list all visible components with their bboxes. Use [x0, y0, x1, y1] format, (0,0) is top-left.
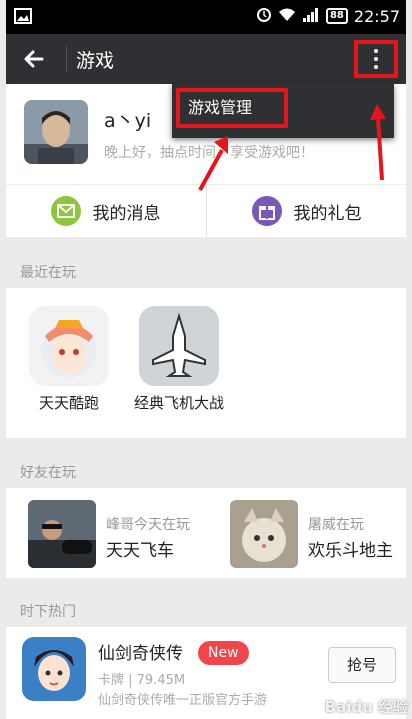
section-title-hot: 时下热门 — [20, 604, 76, 620]
gallery-icon — [14, 8, 32, 28]
friend-status: 峰哥今天在玩 — [106, 517, 190, 533]
landlord-game-thumbnail — [230, 500, 298, 568]
game-tile[interactable]: 经典飞机大战 — [124, 306, 234, 413]
avatar[interactable] — [24, 100, 88, 164]
section-title-recent: 最近在玩 — [20, 265, 76, 281]
overflow-menu-button[interactable] — [354, 40, 398, 78]
my-gifts-button[interactable]: 我的礼包 — [207, 185, 406, 237]
alarm-icon — [256, 6, 272, 26]
game-tile[interactable]: 天天酷跑 — [14, 306, 124, 413]
grab-code-button[interactable]: 抢号 — [328, 647, 396, 683]
friend-item[interactable]: 峰哥今天在玩 天天飞车 — [28, 500, 228, 568]
game-name: 经典飞机大战 — [133, 394, 224, 412]
friend-game: 天天飞车 — [106, 541, 174, 561]
recent-games: 天天酷跑 经典飞机大战 — [6, 288, 406, 438]
xianjian-game-icon — [22, 637, 86, 701]
friend-item[interactable]: 屠威在玩 欢乐斗地主 — [230, 500, 412, 568]
racing-game-thumbnail — [28, 500, 96, 568]
friend-game: 欢乐斗地主 — [308, 541, 393, 561]
my-messages-button[interactable]: 我的消息 — [6, 185, 205, 237]
menu-item-game-management[interactable]: 游戏管理 — [176, 88, 288, 128]
watermark: Baidu 经验 — [324, 698, 408, 716]
section-title-friends: 好友在玩 — [20, 465, 76, 481]
my-gifts-label: 我的礼包 — [293, 203, 362, 224]
parkour-game-icon — [29, 306, 109, 386]
gift-icon — [251, 196, 282, 226]
hot-game-title: 仙剑奇侠传 — [98, 644, 183, 664]
new-badge: New — [198, 641, 249, 665]
envelope-icon — [50, 196, 81, 226]
overflow-popup-menu: 游戏管理 — [172, 84, 394, 138]
screen: 88 22:57 游戏 a丶yi 晚上好，抽点时间，享受游戏吧！ 我的消息 我的… — [0, 0, 412, 719]
hot-game-meta: 卡牌 | 79.45M — [98, 673, 186, 688]
more-vertical-icon — [374, 49, 378, 73]
game-name: 天天酷跑 — [38, 394, 99, 412]
back-arrow-icon[interactable] — [20, 44, 50, 74]
status-bar: 88 22:57 — [6, 0, 406, 34]
user-name: a丶yi — [104, 110, 152, 132]
signal-icon — [302, 7, 320, 26]
page-title: 游戏 — [76, 50, 115, 72]
my-messages-label: 我的消息 — [92, 203, 161, 224]
wifi-icon — [278, 7, 296, 26]
friends-playing: 峰哥今天在玩 天天飞车 屠威在玩 欢乐斗地主 — [6, 488, 406, 578]
battery-icon: 88 — [325, 8, 348, 24]
greeting-text: 晚上好，抽点时间，享受游戏吧！ — [104, 145, 314, 161]
plane-game-icon — [139, 306, 219, 386]
action-bar: 我的消息 我的礼包 — [6, 185, 406, 237]
clock: 22:57 — [353, 6, 400, 26]
app-bar: 游戏 — [6, 34, 406, 84]
main-content: a丶yi 晚上好，抽点时间，享受游戏吧！ 我的消息 我的礼包 最近在玩 天天酷跑… — [6, 84, 406, 719]
hot-game-description: 仙剑奇侠传唯一正版官方手游 — [98, 693, 268, 708]
divider — [66, 46, 67, 72]
friend-status: 屠威在玩 — [308, 517, 364, 533]
